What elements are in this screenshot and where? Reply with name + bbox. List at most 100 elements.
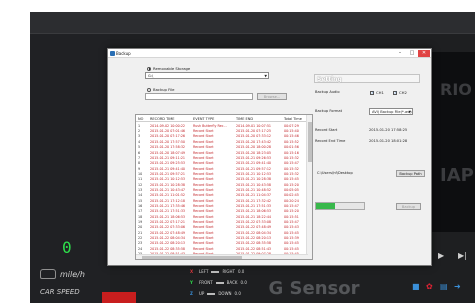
cell-no: 20 <box>138 225 143 230</box>
vertical-scrollbar[interactable] <box>306 115 312 259</box>
col-event-type[interactable]: EVENT TYPE <box>193 117 214 121</box>
cell-no: 5 <box>138 145 141 150</box>
cell-record-time: 2015-01-22 08:04:34 <box>150 236 186 241</box>
backup-progress-bar <box>315 202 365 210</box>
ch2-option[interactable]: CH2 <box>393 90 407 95</box>
removable-radio[interactable] <box>147 66 151 71</box>
gsensor-title: G Sensor <box>268 278 360 299</box>
drive-select[interactable]: G:\ ▼ <box>145 72 269 79</box>
next-icon[interactable]: ▶| <box>458 251 467 260</box>
cell-record-time: 2015-01-20 17:57:50 <box>150 139 186 144</box>
speed-unit: mile/h <box>60 270 85 279</box>
cell-time-end: 2015-01-20 07:17:25 <box>236 129 272 134</box>
cell-time-end: 2015-01-21 10:48:52 <box>236 187 272 192</box>
cell-time-end: 2015-01-20 18:23:05 <box>236 150 272 155</box>
cell-record-time: 2015-01-22 08:20:13 <box>150 241 186 246</box>
speed-value: 0 <box>62 238 72 257</box>
cell-record-time: 2015-01-21 09:11:21 <box>150 155 186 160</box>
removable-label: Removable Storage <box>153 66 191 71</box>
axis-y-left: FRONT <box>199 280 213 285</box>
cell-time-end: 2015-01-20 18:00:28 <box>236 145 272 150</box>
cell-total-time: 00:15:52 <box>284 139 299 144</box>
cell-event-type: Rush Butterfly Rec... <box>193 123 227 128</box>
ch1-option[interactable]: CH1 <box>370 90 384 95</box>
horizontal-scrollbar[interactable] <box>136 254 308 259</box>
record-end-value[interactable]: 2015-01-20 18:01:28 <box>369 139 407 143</box>
col-time-end[interactable]: TIME END <box>236 117 253 121</box>
cell-record-time: 2014-09-02 10:00:22 <box>150 123 186 128</box>
cell-record-time: 2015-01-21 10:28:38 <box>150 182 186 187</box>
folder-icon[interactable]: ▤ <box>440 283 448 291</box>
col-no[interactable]: NO <box>138 117 143 121</box>
cell-no: 16 <box>138 203 143 208</box>
record-start-value[interactable]: 2015-01-20 17:58:25 <box>369 128 407 132</box>
dialog-title-bar[interactable]: Backup – □ ✕ <box>108 49 431 58</box>
backup-path-button[interactable]: Backup Path <box>396 170 425 177</box>
cell-record-time: 2015-01-21 09:25:53 <box>150 161 186 166</box>
cell-event-type: Record Start <box>193 203 214 208</box>
cell-time-end: 2014-09-01 10:07:51 <box>236 123 272 128</box>
cell-record-time: 2015-01-21 17:35:46 <box>150 203 186 208</box>
cell-time-end: 2015-01-21 10:28:38 <box>236 177 272 182</box>
cell-time-end: 2015-01-21 17:32:42 <box>236 198 272 203</box>
cell-time-end: 2015-01-22 07:33:08 <box>236 219 272 224</box>
col-record-time[interactable]: RECORD TIME <box>150 117 174 121</box>
cell-no: 9 <box>138 166 141 171</box>
export-icon[interactable]: ➜ <box>454 283 462 291</box>
hscroll-thumb[interactable] <box>142 256 242 259</box>
cell-event-type: Record Start <box>193 214 214 219</box>
axis-y-value: 0.0 <box>240 280 247 285</box>
ch2-checkbox[interactable] <box>393 90 397 95</box>
backup-file-option[interactable]: Backup File <box>147 87 174 92</box>
record-start-label: Record Start <box>315 128 338 132</box>
cell-event-type: Record Start <box>193 225 214 230</box>
backup-format-select[interactable]: AVI( Backup File(*.avi) ▼ <box>369 108 413 115</box>
cell-total-time: 00:15:45 <box>284 241 299 246</box>
backup-button[interactable]: Backup <box>396 203 421 210</box>
cell-total-time: 00:15:32 <box>284 166 299 171</box>
cell-event-type: Record Start <box>193 150 214 155</box>
cell-total-time: 00:15:46 <box>284 134 299 139</box>
close-button[interactable]: ✕ <box>418 50 430 57</box>
save-icon[interactable]: ■ <box>412 283 420 291</box>
backup-file-radio[interactable] <box>147 87 151 92</box>
cell-total-time: 00:15:45 <box>284 246 299 251</box>
cell-no: 4 <box>138 139 141 144</box>
play-icon[interactable]: ▶ <box>438 251 444 260</box>
table-body: 1 2014-09-02 10:00:22 Rush Butterfly Rec..… <box>136 123 308 257</box>
ch1-checkbox[interactable] <box>370 90 374 95</box>
cell-event-type: Record Start <box>193 246 214 251</box>
cell-total-time: 00:15:32 <box>284 171 299 176</box>
settings-icon[interactable]: ✿ <box>426 283 434 291</box>
cell-event-type: Record Start <box>193 182 214 187</box>
cell-event-type: Record Start <box>193 230 214 235</box>
col-total-time[interactable]: Total Time <box>284 117 302 121</box>
cell-total-time: 00:05:05 <box>284 187 299 192</box>
backup-file-input[interactable] <box>145 93 253 100</box>
ch1-label: CH1 <box>376 90 384 95</box>
browse-button[interactable]: Browse... <box>257 93 287 100</box>
minimize-button[interactable]: – <box>394 50 406 57</box>
cell-total-time: 00:01:56 <box>284 145 299 150</box>
cell-time-end: 2015-01-22 07:48:49 <box>236 225 272 230</box>
cell-event-type: Record Start <box>193 187 214 192</box>
cell-record-time: 2015-01-21 09:41:40 <box>150 166 186 171</box>
record-table[interactable]: NO RECORD TIME EVENT TYPE TIME END Total… <box>135 114 313 260</box>
removable-storage-option[interactable]: Removable Storage <box>147 66 190 71</box>
axis-z-label: Z <box>190 291 193 296</box>
cell-no: 12 <box>138 182 143 187</box>
cell-time-end: 2015-01-21 09:26:53 <box>236 155 272 160</box>
scroll-thumb[interactable] <box>308 122 312 162</box>
cell-total-time: 00:15:32 <box>284 155 299 160</box>
cell-record-time: 2015-01-20 18:07:49 <box>150 150 186 155</box>
cell-time-end: 2015-01-21 18:22:44 <box>236 214 272 219</box>
cell-no: 1 <box>138 123 141 128</box>
cell-time-end: 2015-01-20 07:33:12 <box>236 134 272 139</box>
cell-no: 13 <box>138 187 143 192</box>
cell-record-time: 2015-01-22 07:33:06 <box>150 225 186 230</box>
cell-record-time: 2015-01-22 08:35:58 <box>150 246 186 251</box>
cell-total-time: 00:15:47 <box>284 161 299 166</box>
backup-format-value: AVI( Backup File(*.avi) <box>372 110 412 114</box>
cell-event-type: Record Start <box>193 219 214 224</box>
maximize-button[interactable]: □ <box>406 50 418 57</box>
